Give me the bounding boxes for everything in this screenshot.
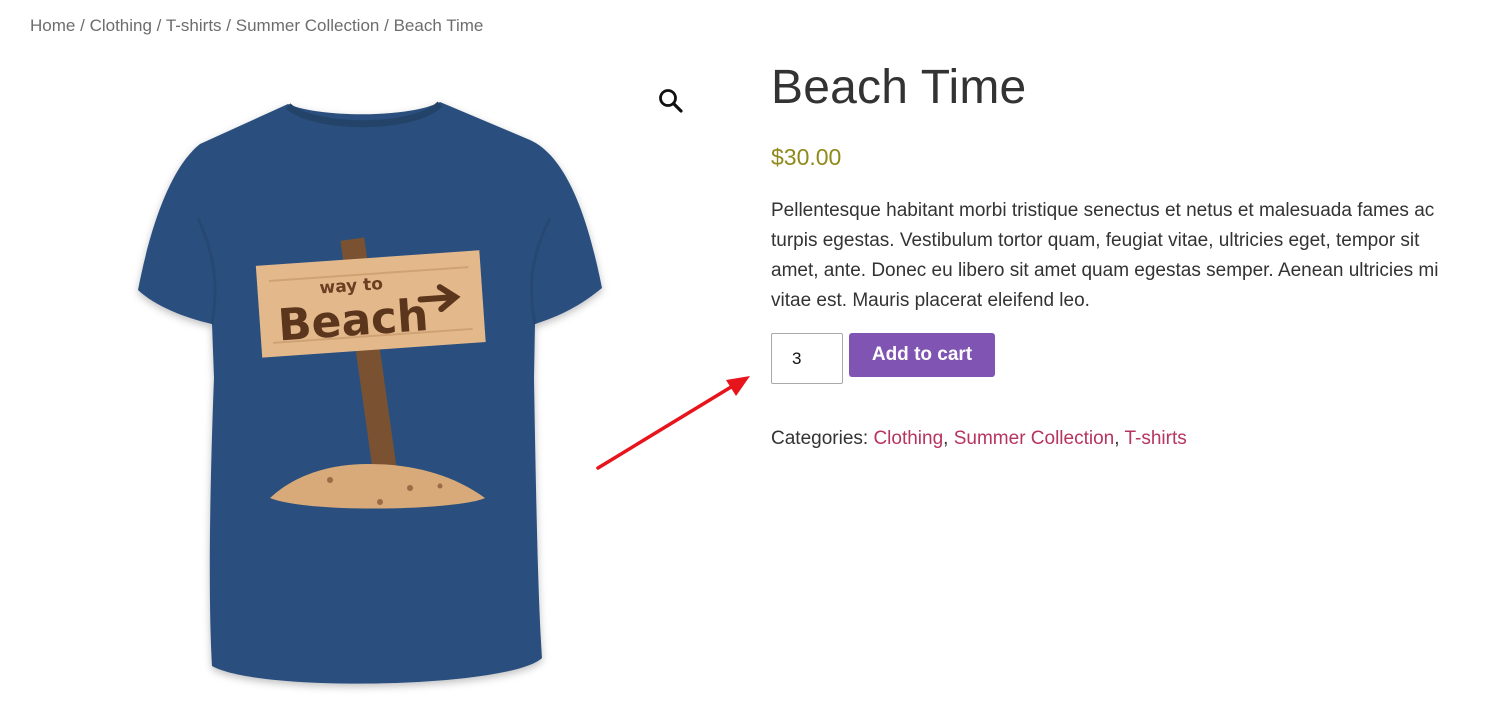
quantity-input[interactable]: [771, 333, 843, 384]
categories-label: Categories:: [771, 428, 869, 449]
magnifier-icon[interactable]: [656, 86, 686, 116]
category-link-summer-collection[interactable]: Summer Collection: [954, 428, 1115, 449]
breadcrumb-separator: /: [384, 16, 389, 35]
category-separator: ,: [1114, 428, 1120, 449]
sand-speck: [377, 499, 383, 505]
breadcrumb-summer-collection[interactable]: Summer Collection: [236, 16, 380, 35]
breadcrumb-clothing[interactable]: Clothing: [90, 16, 152, 35]
breadcrumb-current: Beach Time: [393, 16, 484, 35]
category-link-clothing[interactable]: Clothing: [873, 428, 943, 449]
breadcrumb-separator: /: [226, 16, 232, 35]
sand-speck: [327, 477, 333, 483]
product-description: Pellentesque habitant morbi tristique se…: [771, 200, 1439, 311]
sign-text-beach: Beach: [276, 290, 430, 351]
breadcrumb-tshirts[interactable]: T-shirts: [166, 16, 222, 35]
add-to-cart-button[interactable]: Add to cart: [849, 333, 995, 377]
product-price: $30.00: [771, 144, 842, 170]
category-link-tshirts[interactable]: T-shirts: [1124, 428, 1186, 449]
sand-speck: [407, 485, 413, 491]
breadcrumb-separator: /: [80, 16, 85, 35]
beach-sign: way to Beach: [255, 250, 486, 358]
product-gallery[interactable]: way to Beach: [110, 78, 630, 708]
sand-speck: [437, 483, 443, 489]
breadcrumb: Home / Clothing / T-shirts / Summer Coll…: [30, 16, 483, 36]
breadcrumb-home[interactable]: Home: [30, 16, 75, 35]
red-arrow-icon: [596, 376, 750, 470]
product-title: Beach Time: [771, 61, 1027, 114]
product-categories: Categories: Clothing, Summer Collection,…: [771, 428, 1187, 450]
product-image[interactable]: way to Beach: [110, 78, 630, 708]
category-separator: ,: [943, 428, 949, 449]
breadcrumb-separator: /: [156, 16, 162, 35]
